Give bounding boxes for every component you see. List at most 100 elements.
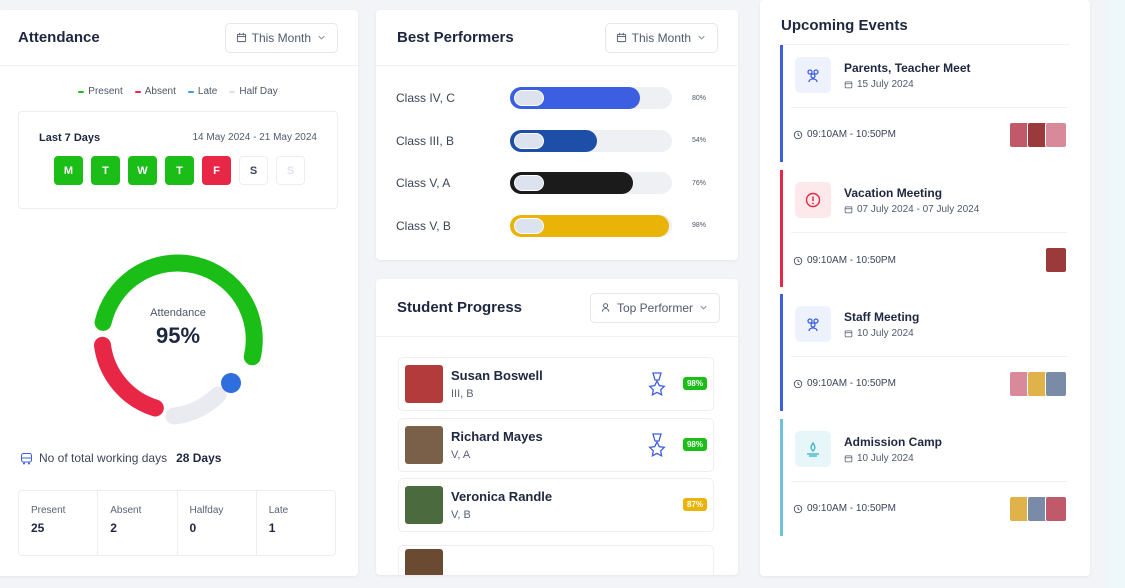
student-progress-filter-dropdown[interactable]: Top Performer	[589, 292, 720, 323]
event-date: 10 July 2024	[844, 328, 914, 339]
student-row[interactable]: Susan Boswell III, B 98%	[398, 357, 714, 411]
performer-row: Class IV, C 80%	[396, 87, 718, 109]
performer-class: Class V, A	[396, 176, 451, 190]
performer-percent: 80%	[692, 94, 707, 102]
vacation-icon	[795, 182, 831, 218]
stat-absent: Absent 2	[98, 491, 178, 555]
legend-late: Late	[187, 86, 217, 97]
date-range: 14 May 2024 - 21 May 2024	[192, 132, 317, 143]
day-2: W	[128, 156, 157, 185]
calendar-icon	[844, 206, 853, 214]
calendar-icon	[844, 455, 853, 463]
attendance-title: Attendance	[18, 29, 100, 46]
performer-percent: 98%	[692, 222, 707, 229]
clock-icon	[793, 504, 803, 513]
student-progress-header: Student Progress Top Performer	[376, 279, 738, 337]
avatar-group	[514, 90, 544, 106]
avatar-group	[514, 132, 544, 149]
camp-icon	[795, 431, 831, 467]
performer-class: Class III, B	[396, 133, 455, 148]
student-photo	[405, 486, 443, 524]
student-progress-title: Student Progress	[397, 299, 523, 316]
legend-absent: Absent	[134, 86, 176, 97]
performer-track	[510, 214, 672, 237]
day-4: F	[202, 156, 231, 185]
attendee-avatar	[1045, 122, 1067, 148]
legend-present: Present	[78, 86, 123, 97]
attendance-period-dropdown[interactable]: This Month	[224, 22, 338, 53]
working-days-value: 28 Days	[176, 451, 222, 465]
day-3: T	[165, 156, 194, 185]
student-class: V, B	[451, 509, 471, 521]
performer-row: Class V, B 98%	[396, 214, 718, 237]
attendance-legend: Present Absent Late Half Day	[0, 86, 358, 97]
student-row-partial	[398, 545, 714, 575]
student-name: Veronica Randle	[451, 489, 553, 504]
avatar-group	[514, 217, 544, 234]
day-5: S	[239, 156, 268, 185]
event-item[interactable]: Admission Camp 10 July 2024 09:10AM - 10…	[780, 419, 1067, 536]
student-class: III, B	[451, 388, 474, 400]
attendee-group	[1009, 371, 1067, 397]
event-title: Staff Meeting	[844, 310, 920, 324]
best-performers-period-dropdown[interactable]: This Month	[604, 22, 718, 53]
clock-icon	[793, 130, 803, 139]
day-1: T	[91, 156, 120, 185]
avatar-group	[514, 175, 544, 191]
users-icon	[795, 57, 831, 93]
student-progress-filter-label: Top Performer	[616, 300, 693, 315]
medal-icon	[648, 372, 666, 396]
performer-class: Class IV, C	[396, 91, 455, 105]
performer-track	[510, 129, 672, 152]
chevron-down-icon	[318, 35, 325, 40]
attendance-stats: Present 25 Absent 2 Halfday 0 Late 1	[18, 490, 336, 556]
donut-late-dot	[221, 373, 241, 393]
calendar-icon	[616, 32, 626, 43]
student-row[interactable]: Richard Mayes V, A 98%	[398, 417, 714, 472]
bus-icon	[21, 452, 32, 464]
best-performers-period-label: This Month	[631, 30, 691, 45]
event-time: 09:10AM - 10:50PM	[793, 378, 896, 389]
legend-half-day: Half Day	[229, 86, 278, 97]
donut-label: Attendance	[150, 307, 206, 319]
upcoming-events-card: Upcoming Events Parents, Teacher Meet 15…	[760, 0, 1090, 576]
student-progress-card: Student Progress Top Performer Susan Bos…	[376, 279, 738, 575]
attendee-avatar	[1045, 496, 1067, 522]
score-badge: 98%	[682, 437, 707, 451]
event-item[interactable]: Staff Meeting 10 July 2024 09:10AM - 10:…	[780, 294, 1067, 411]
stat-present: Present 25	[19, 491, 99, 555]
event-item[interactable]: Parents, Teacher Meet 15 July 2024 09:10…	[780, 45, 1067, 162]
working-days-row: No of total working days 28 Days	[20, 451, 221, 465]
attendee-group	[1009, 496, 1067, 522]
chevron-down-icon	[700, 305, 707, 310]
performer-row: Class III, B 54%	[396, 129, 718, 152]
attendance-card: Attendance This Month Present Absent Lat…	[0, 10, 358, 576]
best-performers-title: Best Performers	[397, 29, 514, 46]
last-7-days-label: Last 7 Days	[39, 132, 101, 144]
chevron-down-icon	[698, 35, 705, 40]
best-performers-card: Best Performers This Month Class IV, C 8…	[376, 10, 738, 260]
event-date: 07 July 2024 - 07 July 2024	[844, 204, 979, 215]
student-class: V, A	[451, 448, 471, 461]
calendar-icon	[844, 330, 853, 338]
donut-halfday-arc	[165, 386, 227, 425]
student-row[interactable]: Veronica Randle V, B 87%	[398, 478, 714, 532]
event-title: Vacation Meeting	[844, 186, 943, 200]
student-photo	[405, 425, 443, 464]
calendar-icon	[844, 81, 853, 89]
event-date: 10 July 2024	[844, 453, 914, 464]
day-0: M	[54, 156, 83, 185]
clock-icon	[793, 379, 803, 388]
donut-value: 95%	[155, 323, 201, 348]
day-6: S	[276, 156, 305, 185]
attendee-group	[1045, 247, 1067, 273]
attendee-avatar	[1045, 371, 1067, 397]
medal-icon	[648, 432, 666, 457]
attendance-period-label: This Month	[251, 30, 311, 45]
best-performers-header: Best Performers This Month	[376, 10, 738, 66]
score-badge: 98%	[682, 377, 707, 390]
event-item[interactable]: Vacation Meeting 07 July 2024 - 07 July …	[780, 170, 1067, 287]
users-icon	[795, 306, 831, 342]
calendar-icon	[236, 32, 246, 43]
performer-track	[510, 87, 672, 109]
